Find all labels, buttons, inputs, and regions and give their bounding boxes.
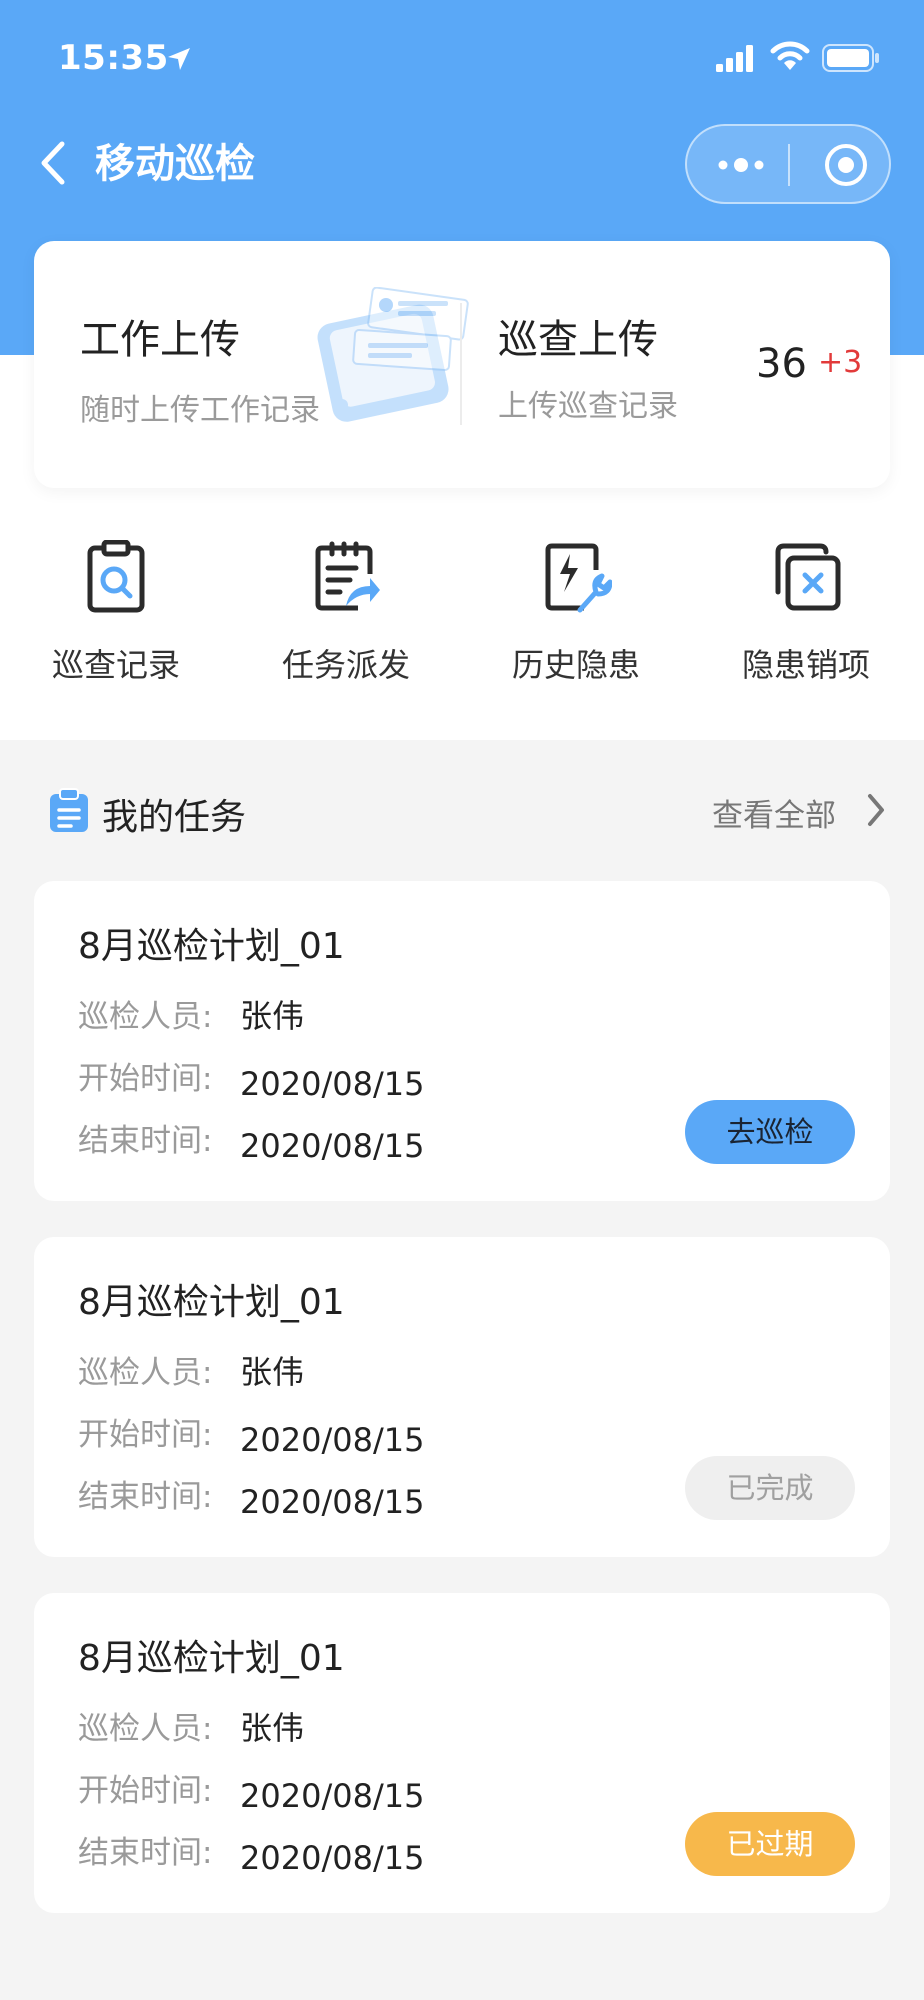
menu-label: 历史隐患 (511, 646, 640, 684)
close-mini-program-icon[interactable] (823, 142, 869, 188)
view-all-link[interactable]: 查看全部 (712, 790, 836, 835)
end-time-label: 结束时间: (78, 1479, 213, 1515)
patrol-upload-subtitle: 上传巡查记录 (498, 389, 678, 424)
mini-program-capsule (685, 124, 891, 204)
task-dispatch-icon (315, 541, 380, 611)
inspector-value: 张伟 (240, 997, 305, 1035)
end-time-label: 结束时间: (78, 1123, 213, 1159)
inspector-value: 张伟 (240, 1709, 305, 1747)
history-hazard-icon (545, 543, 612, 613)
menu-item-hazard-close[interactable]: 隐患销项 (706, 540, 906, 690)
work-upload-title[interactable]: 工作上传 (80, 307, 240, 365)
battery-icon (822, 44, 879, 72)
start-time-label: 开始时间: (78, 1061, 213, 1097)
task-title: 8月巡检计划_01 (78, 1638, 345, 1679)
upload-count-delta: +3 (818, 345, 863, 380)
inspector-label: 巡检人员: (78, 999, 213, 1035)
chevron-right-icon[interactable] (866, 792, 886, 828)
start-time-value: 2020/08/15 (240, 1421, 425, 1459)
more-options-icon[interactable] (715, 150, 767, 180)
status-bar: 15:35 (0, 0, 924, 110)
page-title: 移动巡检 (95, 141, 255, 187)
menu-item-history-hazards[interactable]: 历史隐患 (476, 540, 676, 690)
task-title: 8月巡检计划_01 (78, 1282, 345, 1323)
menu-item-patrol-records[interactable]: 巡查记录 (16, 540, 216, 690)
hazard-close-icon (775, 543, 841, 611)
work-upload-subtitle: 随时上传工作记录 (80, 393, 320, 428)
task-list-icon (50, 788, 88, 832)
start-time-value: 2020/08/15 (240, 1777, 425, 1815)
task-card[interactable]: 8月巡检计划_01 巡检人员: 张伟 开始时间: 2020/08/15 结束时间… (34, 881, 890, 1201)
wifi-icon (770, 41, 810, 70)
task-title: 8月巡检计划_01 (78, 926, 345, 967)
start-time-value: 2020/08/15 (240, 1065, 425, 1103)
status-time: 15:35 (58, 38, 169, 78)
menu-label: 巡查记录 (51, 646, 180, 684)
task-card[interactable]: 8月巡检计划_01 巡检人员: 张伟 开始时间: 2020/08/15 结束时间… (34, 1237, 890, 1557)
task-card[interactable]: 8月巡检计划_01 巡检人员: 张伟 开始时间: 2020/08/15 结束时间… (34, 1593, 890, 1913)
cellular-signal-icon (716, 45, 753, 72)
go-inspect-button[interactable]: 去巡检 (685, 1100, 855, 1164)
clipboard-search-icon (87, 540, 145, 613)
upload-card: 工作上传 随时上传工作记录 巡查上传 上传巡查记录 36 +3 (34, 241, 890, 488)
inspector-label: 巡检人员: (78, 1355, 213, 1391)
end-time-value: 2020/08/15 (240, 1839, 425, 1877)
end-time-value: 2020/08/15 (240, 1483, 425, 1521)
upload-count: 36 (756, 341, 807, 387)
end-time-value: 2020/08/15 (240, 1127, 425, 1165)
card-divider (460, 303, 462, 425)
capsule-divider (788, 144, 790, 186)
inspector-value: 张伟 (240, 1353, 305, 1391)
menu-item-task-dispatch[interactable]: 任务派发 (246, 540, 446, 690)
inspector-label: 巡检人员: (78, 1711, 213, 1747)
completed-status-button[interactable]: 已完成 (685, 1456, 855, 1520)
start-time-label: 开始时间: (78, 1773, 213, 1809)
section-title: 我的任务 (102, 797, 247, 838)
expired-status-button[interactable]: 已过期 (685, 1812, 855, 1876)
patrol-upload-title[interactable]: 巡查上传 (498, 307, 658, 365)
menu-label: 隐患销项 (741, 646, 870, 684)
start-time-label: 开始时间: (78, 1417, 213, 1453)
back-chevron-icon[interactable] (36, 138, 70, 188)
location-arrow-icon (168, 48, 190, 70)
menu-label: 任务派发 (281, 646, 410, 684)
end-time-label: 结束时间: (78, 1835, 213, 1871)
